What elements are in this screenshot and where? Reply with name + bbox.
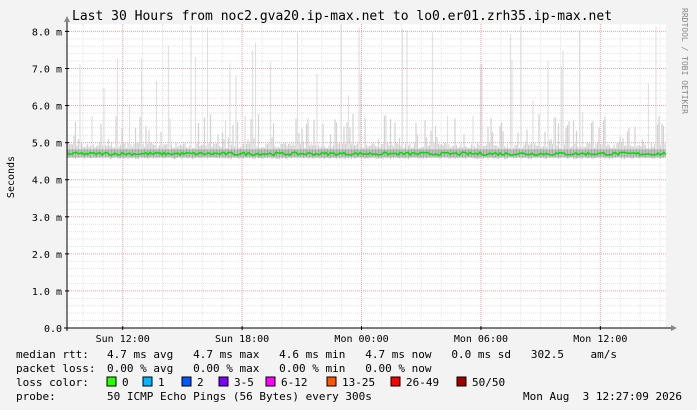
- x-tick-label: Sun 18:00: [215, 334, 269, 345]
- probe-label: probe:: [16, 390, 56, 403]
- x-tick-label: Mon 00:00: [334, 334, 388, 345]
- plot-area: [67, 24, 666, 328]
- loss-color-swatch: [265, 376, 276, 387]
- loss-color-swatch-label: 26-49: [406, 376, 439, 389]
- loss-color-swatch-label: 2: [197, 376, 204, 389]
- y-tick-label: 3.0 m: [32, 213, 62, 224]
- packet-loss-values: 0.00 % avg 0.00 % max 0.00 % min 0.00 % …: [107, 362, 432, 375]
- loss-color-swatch: [106, 376, 117, 387]
- rrdtool-watermark: RRDTOOL / TOBI OETIKER: [680, 8, 689, 114]
- loss-color-swatch-label: 0: [122, 376, 129, 389]
- y-tick-label: 7.0 m: [32, 64, 62, 75]
- chart-title: Last 30 Hours from noc2.gva20.ip-max.net…: [72, 9, 612, 24]
- loss-color-swatch: [456, 376, 467, 387]
- y-tick-label: 8.0 m: [32, 27, 62, 38]
- probe-description: 50 ICMP Echo Pings (56 Bytes) every 300s: [107, 390, 372, 403]
- loss-color-swatch-label: 3-5: [234, 376, 254, 389]
- median-rtt-label: median rtt:: [16, 348, 89, 361]
- y-tick-label: 4.0 m: [32, 176, 62, 187]
- x-tick-label: Mon 12:00: [573, 334, 627, 345]
- y-tick-label: 6.0 m: [32, 102, 62, 113]
- x-tick-label: Sun 12:00: [96, 334, 150, 345]
- y-tick-label: 5.0 m: [32, 139, 62, 150]
- loss-color-label: loss color:: [16, 376, 89, 389]
- loss-color-swatch-label: 13-25: [342, 376, 375, 389]
- timestamp: Mon Aug 3 12:27:09 2026: [523, 390, 682, 403]
- packet-loss-label: packet loss:: [16, 362, 95, 375]
- loss-color-swatch-label: 6-12: [281, 376, 308, 389]
- loss-color-swatch: [218, 376, 229, 387]
- loss-color-swatch-label: 1: [158, 376, 165, 389]
- x-tick-label: Mon 06:00: [454, 334, 508, 345]
- y-tick-label: 2.0 m: [32, 250, 62, 261]
- loss-color-swatch: [390, 376, 401, 387]
- loss-color-swatch-label: 50/50: [472, 376, 505, 389]
- loss-color-swatch: [142, 376, 153, 387]
- loss-color-swatch: [326, 376, 337, 387]
- loss-color-swatch: [181, 376, 192, 387]
- median-rtt-values: 4.7 ms avg 4.7 ms max 4.6 ms min 4.7 ms …: [107, 348, 617, 361]
- y-tick-label: 1.0 m: [32, 287, 62, 298]
- y-tick-label: 0.0: [44, 324, 62, 335]
- smokeping-chart: 0.0 1.0 m 2.0 m 3.0 m 4.0 m 5.0 m 6.0 m 7.0 m 8.…: [0, 0, 697, 410]
- y-axis-label: Seconds: [6, 156, 17, 198]
